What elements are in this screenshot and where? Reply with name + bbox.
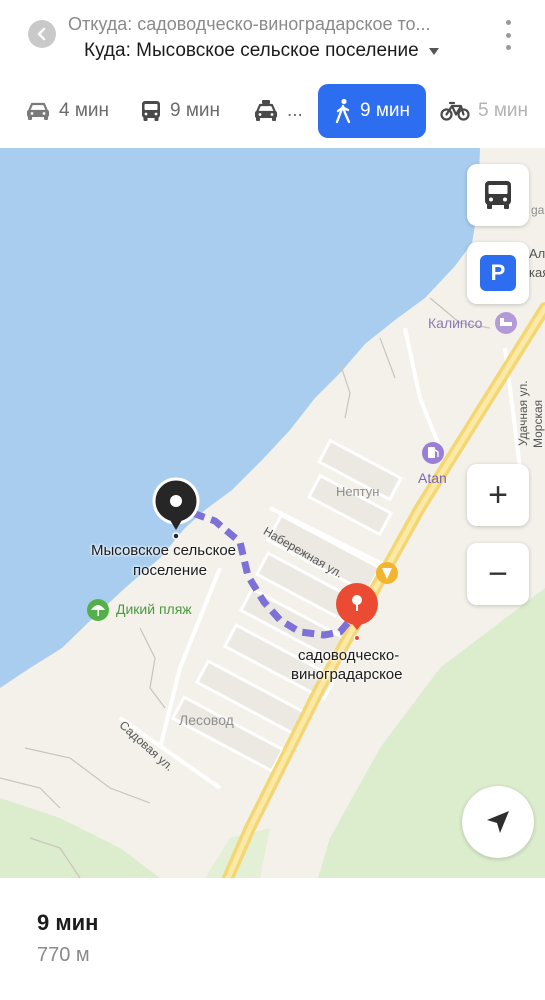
mode-walk-label: 9 мин — [359, 100, 410, 121]
chevron-left-icon — [37, 27, 46, 41]
taxi-icon — [253, 99, 279, 123]
bus-icon — [140, 99, 162, 123]
minus-icon: − — [488, 554, 508, 593]
transit-layer-button[interactable] — [467, 164, 529, 226]
my-location-button[interactable] — [462, 786, 534, 858]
start-label-line1: Мысовское сельское — [91, 542, 236, 559]
mode-bike-tab[interactable]: 5 мин — [440, 84, 528, 138]
hotel-poi-icon — [495, 312, 517, 334]
mode-bike-label: 5 мин — [478, 100, 529, 121]
car-icon — [25, 100, 51, 122]
navigation-arrow-icon — [487, 811, 509, 833]
from-field[interactable]: Откуда: садоводческо-виноградарское то..… — [68, 14, 488, 35]
zoom-out-button[interactable]: − — [467, 543, 529, 605]
parking-icon: P — [480, 255, 516, 291]
hotel-label: Калипсо — [428, 315, 483, 331]
zoom-in-button[interactable]: + — [467, 464, 529, 526]
lesovod-label: Лесовод — [179, 712, 234, 728]
start-label-line2: поселение — [133, 562, 207, 579]
map-canvas — [0, 148, 545, 878]
to-field[interactable]: Куда: Мысовское сельское поселение — [84, 40, 439, 62]
mode-car-label: 4 мин — [59, 100, 110, 121]
mode-bus-tab[interactable]: 9 мин — [140, 84, 220, 138]
more-menu-button[interactable] — [502, 20, 514, 50]
to-text: Куда: Мысовское сельское поселение — [84, 40, 419, 61]
cafe-poi-icon — [376, 562, 398, 584]
transport-modes: 4 мин 9 мин ... 9 мин 5 мин — [0, 84, 545, 138]
dot-icon — [505, 45, 511, 50]
back-button[interactable] — [28, 20, 56, 48]
dot-icon — [505, 32, 511, 38]
end-label-line2: виноградарское — [291, 666, 403, 683]
gas-station-label: Atan — [418, 470, 447, 486]
beach-label: Дикий пляж — [116, 601, 192, 617]
bus-icon — [485, 181, 511, 209]
street-udachnaya-label: Удачная ул. — [516, 380, 530, 446]
neptun-label: Нептун — [336, 484, 380, 499]
end-label-line1: садоводческо- — [298, 647, 400, 664]
street-morskaya-label: Морская — [531, 399, 545, 448]
mode-taxi-tab[interactable]: ... — [253, 84, 303, 138]
parking-layer-button[interactable]: P — [467, 242, 529, 304]
dot-icon — [505, 20, 511, 25]
route-duration: 9 мин — [37, 910, 99, 935]
walk-icon — [334, 98, 352, 124]
parking-label: P — [490, 260, 506, 285]
bike-icon — [440, 100, 470, 122]
route-header: Откуда: садоводческо-виноградарское то..… — [0, 0, 545, 148]
beach-poi-icon — [87, 599, 109, 621]
route-summary[interactable]: 9 мин 770 м — [0, 878, 545, 1000]
mode-taxi-label: ... — [287, 100, 303, 121]
edge-label-top: ga — [531, 203, 545, 217]
edge-label-kaya: кая — [529, 265, 545, 280]
map-view[interactable]: Мысовское сельское поселение садоводческ… — [0, 148, 545, 878]
caret-down-icon — [428, 47, 439, 55]
mode-walk-tab[interactable]: 9 мин — [318, 84, 426, 138]
gas-station-poi-icon — [422, 442, 444, 464]
route-distance: 770 м — [37, 944, 90, 966]
plus-icon: + — [488, 475, 508, 514]
mode-car-tab[interactable]: 4 мин — [25, 84, 109, 138]
mode-bus-label: 9 мин — [170, 100, 221, 121]
edge-label-ale: Але — [529, 246, 545, 261]
